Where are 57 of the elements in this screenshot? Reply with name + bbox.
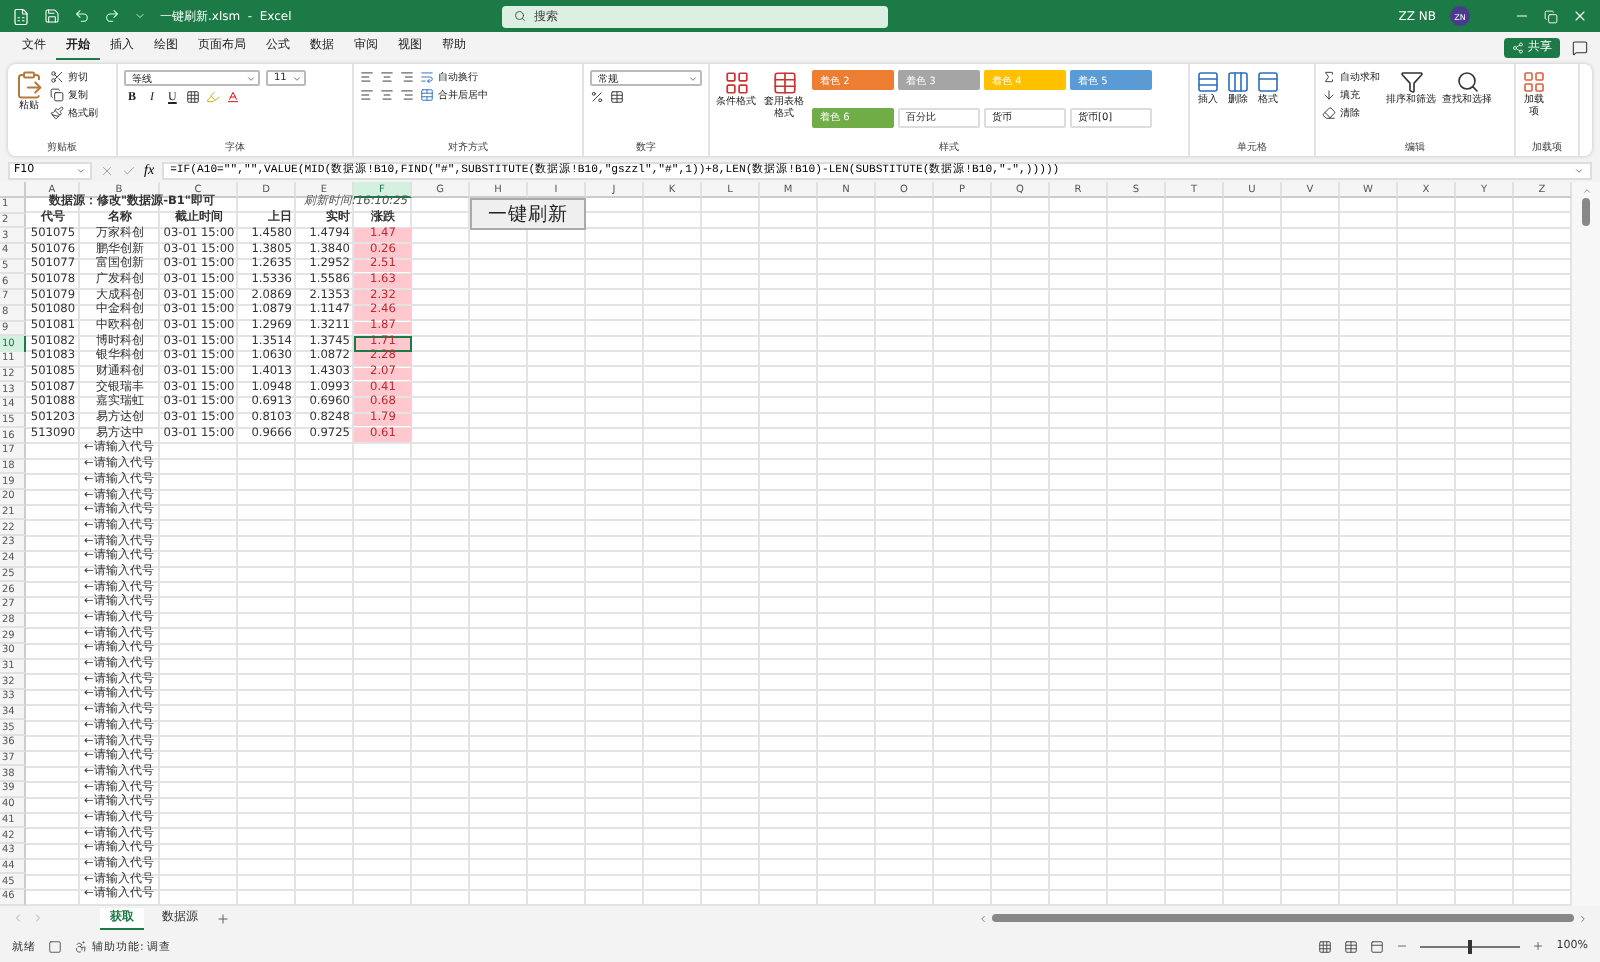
horizontal-scrollbar[interactable] <box>978 910 1588 927</box>
close-icon[interactable] <box>1572 8 1588 24</box>
font-color-icon[interactable] <box>226 90 241 104</box>
wrap-text-icon[interactable] <box>420 70 434 84</box>
restore-icon[interactable] <box>1544 9 1558 23</box>
search-icon <box>513 10 526 22</box>
sigma-icon[interactable] <box>1322 70 1336 84</box>
chevron-down-icon[interactable] <box>688 73 698 83</box>
cancel-icon[interactable] <box>100 163 114 177</box>
chevron-right-icon <box>1578 913 1588 924</box>
zoom-thumb[interactable] <box>1468 939 1473 954</box>
align-left-icon[interactable] <box>360 88 374 102</box>
normal-view-icon[interactable] <box>1318 939 1333 954</box>
arrow-down-icon[interactable] <box>1322 88 1336 102</box>
plus-icon[interactable] <box>216 911 230 926</box>
comment-icon[interactable] <box>1572 39 1588 55</box>
border-icon[interactable] <box>186 90 201 104</box>
refresh-button[interactable]: 一键刷新 <box>470 198 586 230</box>
search-icon[interactable] <box>1455 70 1479 94</box>
chevron-down-icon[interactable] <box>76 165 86 175</box>
filter-icon[interactable] <box>1399 70 1423 94</box>
share-icon <box>1512 41 1524 53</box>
grid-icon[interactable] <box>1522 70 1546 94</box>
align-right-icon[interactable] <box>400 88 414 102</box>
chevron-down-icon[interactable] <box>134 10 146 22</box>
chevron-down-icon[interactable] <box>246 73 256 83</box>
align-center-icon[interactable] <box>380 70 394 84</box>
clipboard-icon[interactable] <box>14 70 44 100</box>
chevron-left-icon <box>978 913 988 924</box>
chevron-down-icon[interactable] <box>292 73 302 83</box>
vertical-scrollbar[interactable] <box>1572 182 1600 906</box>
align-center-icon[interactable] <box>380 88 394 102</box>
redo-icon[interactable] <box>104 8 120 24</box>
table-icon[interactable] <box>723 70 749 96</box>
check-icon[interactable] <box>122 163 136 177</box>
table-icon[interactable] <box>771 70 797 96</box>
zoom-in-icon[interactable] <box>1532 940 1545 953</box>
page-layout-icon[interactable] <box>1344 939 1359 954</box>
percent-icon[interactable] <box>590 90 604 104</box>
chevron-down-icon[interactable] <box>1574 165 1584 175</box>
align-left-icon[interactable] <box>360 70 374 84</box>
page-break-icon[interactable] <box>1370 939 1385 954</box>
accessibility-icon <box>74 939 88 954</box>
spreadsheet-icon[interactable] <box>12 7 30 25</box>
undo-icon[interactable] <box>74 8 90 24</box>
zoom-out-icon[interactable] <box>1396 940 1409 953</box>
save-icon[interactable] <box>44 8 60 24</box>
align-right-icon[interactable] <box>400 70 414 84</box>
merge-cells-icon[interactable] <box>420 88 434 102</box>
scissors-icon[interactable] <box>50 70 64 84</box>
table-icon[interactable] <box>1256 70 1280 94</box>
copy-icon[interactable] <box>50 88 64 102</box>
eraser-icon[interactable] <box>1322 106 1336 120</box>
table-icon[interactable] <box>1226 70 1250 94</box>
chevron-up-icon <box>1581 186 1591 196</box>
table-icon[interactable] <box>1196 70 1220 94</box>
paintbrush-icon[interactable] <box>50 106 64 120</box>
